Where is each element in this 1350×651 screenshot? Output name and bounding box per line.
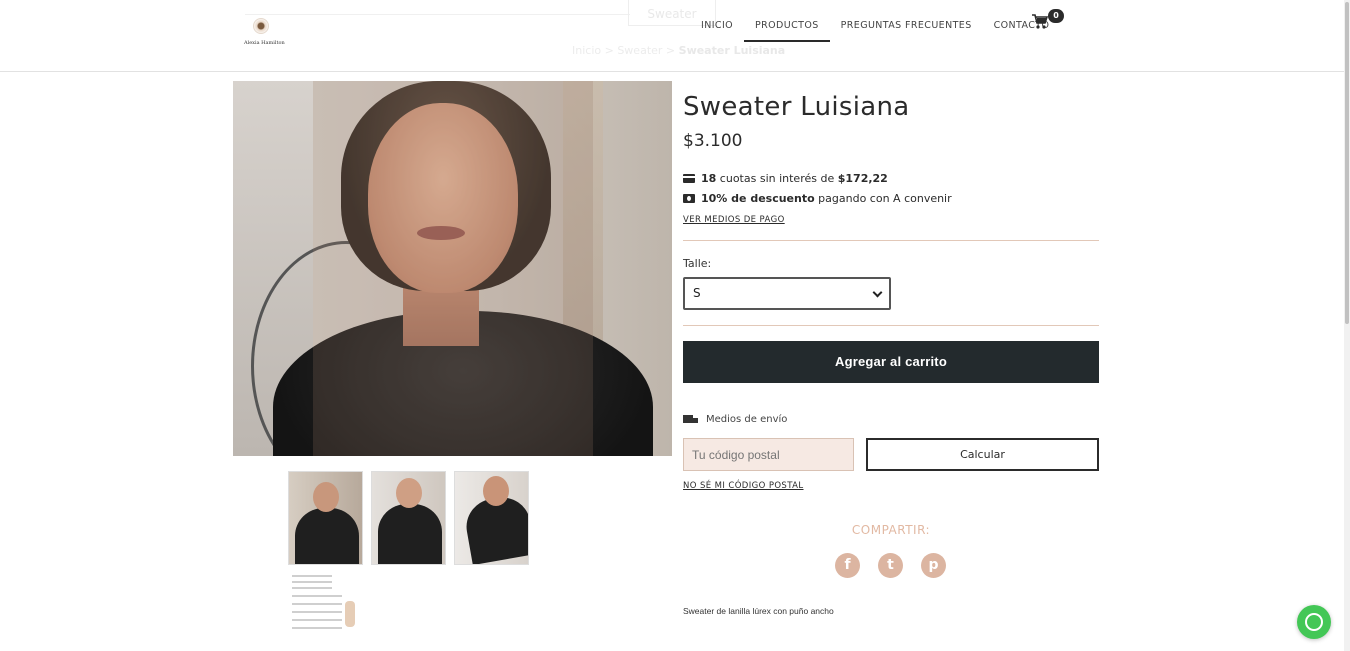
product-title: Sweater Luisiana bbox=[683, 92, 910, 122]
size-chart-row bbox=[292, 581, 332, 583]
nav-item-productos[interactable]: PRODUCTOS bbox=[744, 0, 830, 42]
discount-amount: 10% de descuento bbox=[701, 192, 815, 205]
installments-info: 18 cuotas sin interés de $172,22 bbox=[683, 172, 888, 185]
size-chart-row bbox=[292, 619, 342, 621]
cart-button[interactable]: 0 bbox=[1032, 9, 1066, 33]
page-scrollbar[interactable] bbox=[1344, 0, 1350, 651]
unknown-zip-link[interactable]: NO SÉ MI CÓDIGO POSTAL bbox=[683, 481, 804, 491]
size-chart-row bbox=[292, 595, 342, 597]
logo-text: Alexia Hamilton bbox=[244, 40, 285, 46]
nav-item-preguntas-frecuentes[interactable]: PREGUNTAS FRECUENTES bbox=[830, 0, 983, 42]
thumbnail-head bbox=[483, 476, 509, 506]
credit-card-icon bbox=[683, 174, 695, 183]
main-nav: INICIO PRODUCTOS PREGUNTAS FRECUENTES CO… bbox=[690, 0, 1060, 44]
product-description: Sweater de lanilla lúrex con puño ancho bbox=[683, 606, 834, 616]
size-selected-value: S bbox=[693, 286, 701, 300]
thumbnail-head bbox=[396, 478, 422, 508]
divider bbox=[683, 240, 1099, 241]
payment-methods-link[interactable]: VER MEDIOS DE PAGO bbox=[683, 215, 785, 225]
size-select[interactable]: S bbox=[683, 277, 891, 310]
product-main-image[interactable] bbox=[233, 81, 672, 456]
breadcrumb-separator: > bbox=[604, 44, 614, 57]
shipping-title-text: Medios de envío bbox=[706, 414, 788, 425]
size-chart-figure bbox=[345, 601, 355, 627]
size-label: Talle: bbox=[683, 257, 712, 270]
pinterest-icon[interactable]: p bbox=[921, 553, 946, 578]
size-chart-row bbox=[292, 575, 332, 577]
thumbnail-size-chart[interactable] bbox=[290, 571, 360, 631]
divider bbox=[683, 325, 1099, 326]
discount-info: 10% de descuento pagando con A convenir bbox=[683, 192, 952, 205]
thumbnail-sweater bbox=[295, 508, 359, 564]
installments-text: cuotas sin interés de bbox=[716, 172, 838, 185]
thumbnail-1[interactable] bbox=[288, 471, 363, 565]
photo-zoom-overlay bbox=[313, 81, 593, 456]
ghost-breadcrumb: Inicio > Sweater > Sweater Luisiana bbox=[572, 44, 785, 57]
zip-code-input[interactable] bbox=[683, 438, 854, 471]
discount-text: pagando con A convenir bbox=[814, 192, 952, 205]
breadcrumb-current: Sweater Luisiana bbox=[678, 44, 786, 57]
chevron-down-icon bbox=[872, 287, 883, 298]
thumbnail-sweater bbox=[378, 504, 442, 564]
shipping-title: Medios de envío bbox=[683, 414, 787, 425]
product-price: $3.100 bbox=[683, 131, 743, 151]
whatsapp-icon bbox=[1305, 613, 1323, 631]
nav-item-inicio[interactable]: INICIO bbox=[690, 0, 744, 42]
twitter-icon[interactable]: t bbox=[878, 553, 903, 578]
facebook-icon[interactable]: f bbox=[835, 553, 860, 578]
logo-mark-icon bbox=[253, 18, 269, 34]
thumbnail-head bbox=[313, 482, 339, 512]
cash-icon bbox=[683, 194, 695, 203]
breadcrumb-category: Sweater bbox=[617, 44, 663, 57]
share-title: COMPARTIR: bbox=[851, 523, 931, 537]
size-chart-row bbox=[292, 611, 342, 613]
calculate-shipping-button[interactable]: Calcular bbox=[866, 438, 1099, 471]
scrollbar-thumb[interactable] bbox=[1345, 2, 1349, 324]
whatsapp-button[interactable] bbox=[1297, 605, 1331, 639]
thumbnail-3[interactable] bbox=[454, 471, 529, 565]
size-chart-row bbox=[292, 587, 332, 589]
breadcrumb-home: Inicio bbox=[572, 44, 602, 57]
size-chart-row bbox=[292, 603, 342, 605]
shopping-cart-icon bbox=[1032, 14, 1048, 29]
installments-count: 18 bbox=[701, 172, 717, 185]
ghost-search-line bbox=[245, 14, 630, 15]
site-header: Sweater Inicio > Sweater > Sweater Luisi… bbox=[0, 0, 1350, 72]
size-chart-row bbox=[292, 627, 342, 629]
store-logo[interactable]: Alexia Hamilton bbox=[244, 18, 285, 46]
breadcrumb-separator: > bbox=[665, 44, 676, 57]
add-to-cart-button[interactable]: Agregar al carrito bbox=[683, 341, 1099, 383]
thumbnail-2[interactable] bbox=[371, 471, 446, 565]
installments-amount: $172,22 bbox=[837, 172, 888, 185]
cart-count-badge: 0 bbox=[1048, 9, 1064, 23]
truck-icon bbox=[683, 414, 698, 425]
